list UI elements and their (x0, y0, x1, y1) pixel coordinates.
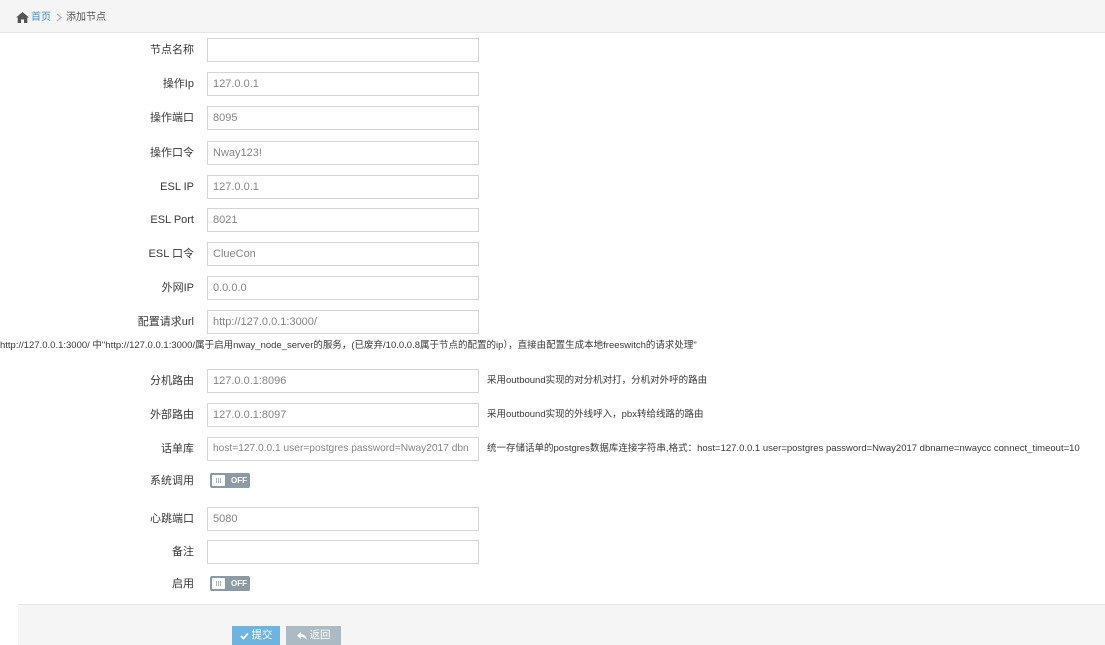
op-port-label: 操作端口 (150, 112, 194, 124)
form-row-op-password: 操作口令 Nway123! (0, 141, 1105, 165)
breadcrumb-home-link[interactable]: 首页 (31, 11, 51, 25)
grip-icon (216, 478, 222, 483)
esl-port-input[interactable]: 8021 (207, 208, 479, 232)
esl-ip-input[interactable]: 127.0.0.1 (207, 175, 479, 199)
form-row-out-route: 外部路由 127.0.0.1:8097 采用outbound实现的外线呼入，pb… (0, 403, 1105, 427)
form-row-config-url: 配置请求url http://127.0.0.1:3000/ (0, 310, 1105, 334)
form-row-ext-route: 分机路由 127.0.0.1:8096 采用outbound实现的对分机对打，分… (0, 369, 1105, 393)
switch-knob (212, 578, 225, 589)
form-row-public-ip: 外网IP 0.0.0.0 (0, 276, 1105, 300)
switch-knob (212, 475, 225, 486)
home-icon (16, 12, 29, 23)
system-call-toggle-state: OFF (231, 476, 247, 485)
form-row-node-name: 节点名称 (0, 38, 1105, 62)
config-url-input[interactable]: http://127.0.0.1:3000/ (207, 310, 479, 334)
heartbeat-port-label: 心跳端口 (150, 513, 194, 525)
esl-port-label: ESL Port (150, 214, 194, 226)
back-button[interactable]: 返回 (286, 626, 341, 645)
check-icon (239, 632, 249, 640)
enabled-label: 启用 (172, 578, 194, 590)
system-call-label: 系统调用 (150, 475, 194, 487)
op-ip-label: 操作Ip (162, 78, 194, 90)
ext-route-label: 分机路由 (150, 375, 194, 387)
form-row-esl-password: ESL 口令 ClueCon (0, 242, 1105, 266)
reply-icon (296, 631, 307, 640)
form-row-esl-port: ESL Port 8021 (0, 208, 1105, 232)
grip-icon (216, 581, 222, 586)
cdr-db-label: 话单库 (161, 443, 194, 455)
chevron-right-icon (56, 13, 62, 22)
esl-ip-label: ESL IP (160, 181, 194, 193)
breadcrumb: 首页 添加节点 (0, 0, 1105, 33)
form-row-remark: 备注 (0, 540, 1105, 564)
op-ip-input[interactable]: 127.0.0.1 (207, 72, 479, 96)
form-row-op-ip: 操作Ip 127.0.0.1 (0, 72, 1105, 96)
config-url-help-text: http://127.0.0.1:3000/ 中"http://127.0.0.… (0, 340, 697, 351)
esl-password-input[interactable]: ClueCon (207, 242, 479, 266)
remark-label: 备注 (172, 546, 194, 558)
submit-button[interactable]: 提交 (232, 626, 280, 645)
form-row-enabled: 启用 OFF (0, 572, 1105, 596)
submit-button-label: 提交 (251, 629, 273, 641)
op-password-input[interactable]: Nway123! (207, 141, 479, 165)
node-name-label: 节点名称 (150, 44, 194, 56)
op-password-label: 操作口令 (150, 147, 194, 159)
config-url-label: 配置请求url (137, 316, 194, 328)
cdr-db-help-text: 统一存储话单的postgres数据库连接字符串,格式：host=127.0.0.… (487, 443, 1080, 454)
form-row-op-port: 操作端口 8095 (0, 106, 1105, 130)
breadcrumb-current: 添加节点 (66, 12, 106, 23)
node-name-input[interactable] (207, 38, 479, 62)
out-route-help-text: 采用outbound实现的外线呼入，pbx转给线路的路由 (487, 409, 704, 420)
back-button-label: 返回 (309, 629, 331, 641)
form-actions-bar (18, 604, 1105, 645)
cdr-db-input[interactable]: host=127.0.0.1 user=postgres password=Nw… (207, 437, 479, 461)
form-row-heartbeat-port: 心跳端口 5080 (0, 507, 1105, 531)
heartbeat-port-input[interactable]: 5080 (207, 507, 479, 531)
ext-route-help-text: 采用outbound实现的对分机对打，分机对外呼的路由 (487, 375, 708, 386)
public-ip-label: 外网IP (161, 282, 194, 294)
esl-password-label: ESL 口令 (148, 248, 194, 260)
form-row-cdr-db: 话单库 host=127.0.0.1 user=postgres passwor… (0, 437, 1105, 461)
ext-route-input[interactable]: 127.0.0.1:8096 (207, 369, 479, 393)
remark-input[interactable] (207, 540, 479, 564)
form-row-system-call: 系统调用 OFF (0, 469, 1105, 493)
system-call-toggle[interactable]: OFF (210, 473, 250, 488)
public-ip-input[interactable]: 0.0.0.0 (207, 276, 479, 300)
op-port-input[interactable]: 8095 (207, 106, 479, 130)
enabled-toggle[interactable]: OFF (210, 576, 250, 591)
out-route-input[interactable]: 127.0.0.1:8097 (207, 403, 479, 427)
form-row-esl-ip: ESL IP 127.0.0.1 (0, 175, 1105, 199)
out-route-label: 外部路由 (150, 409, 194, 421)
enabled-toggle-state: OFF (231, 579, 247, 588)
